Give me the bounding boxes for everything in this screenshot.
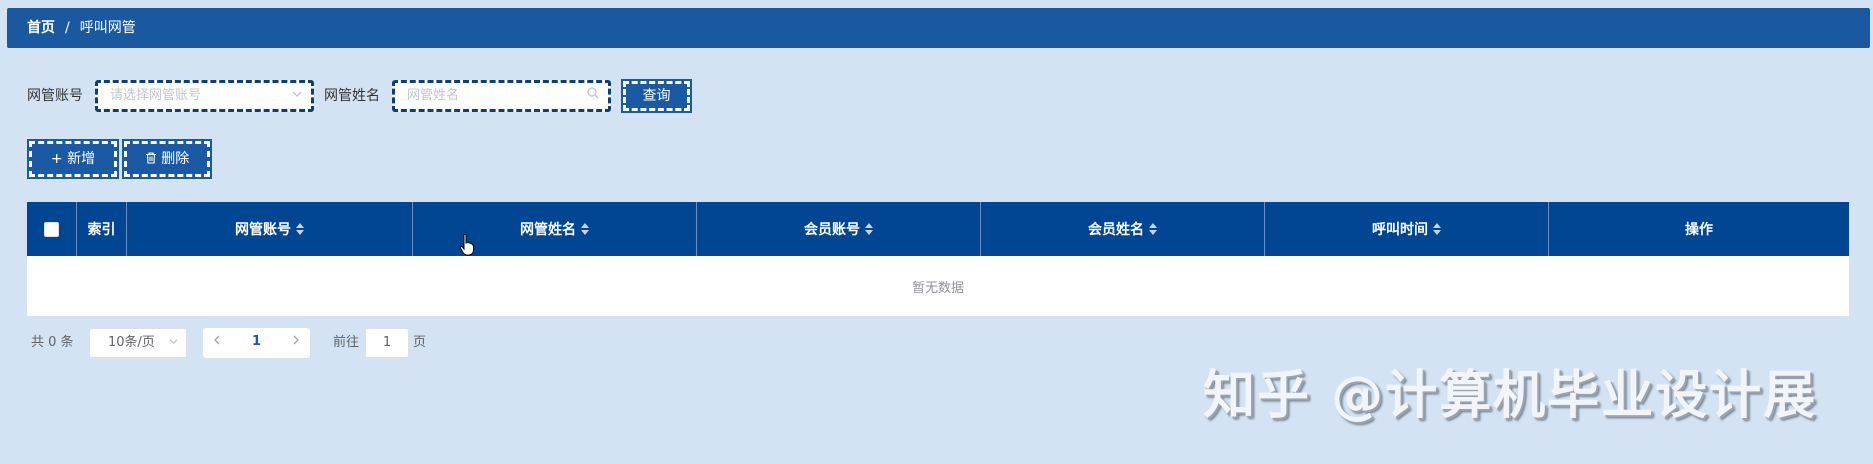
sort-icon[interactable] — [1433, 222, 1441, 236]
account-placeholder: 请选择网管账号 — [110, 88, 202, 103]
column-member-name-label: 会员姓名 — [1088, 222, 1144, 238]
total-count: 共 0 条 — [31, 335, 74, 350]
watermark: 知乎 @计算机毕业设计展 — [1203, 366, 1818, 426]
breadcrumb: 首页 / 呼叫网管 — [7, 8, 1870, 48]
page-size-select[interactable]: 10条/页 — [89, 328, 187, 358]
name-label: 网管姓名 — [324, 88, 380, 104]
breadcrumb-separator: / — [65, 20, 70, 36]
delete-label: 删除 — [161, 151, 190, 167]
chevron-down-icon — [169, 329, 178, 357]
column-member-account[interactable]: 会员账号 — [697, 202, 981, 256]
column-member-name[interactable]: 会员姓名 — [981, 202, 1265, 256]
column-admin-account-label: 网管账号 — [235, 222, 291, 238]
column-index: 索引 — [77, 202, 127, 256]
mouse-cursor-icon — [459, 233, 475, 260]
select-all-checkbox[interactable] — [44, 221, 59, 237]
plus-icon: + — [50, 151, 63, 167]
delete-button[interactable]: 删除 — [122, 139, 212, 179]
account-select[interactable]: 请选择网管账号 — [95, 80, 314, 112]
page-suffix: 页 — [413, 335, 427, 350]
column-call-time-label: 呼叫时间 — [1372, 222, 1428, 238]
add-button[interactable]: + 新增 — [27, 139, 119, 179]
breadcrumb-home[interactable]: 首页 — [27, 8, 55, 48]
add-label: 新增 — [67, 151, 96, 167]
chevron-down-icon — [292, 83, 302, 109]
name-input[interactable]: 网管姓名 — [392, 80, 611, 112]
sort-icon[interactable] — [581, 222, 589, 236]
name-placeholder: 网管姓名 — [407, 88, 460, 103]
goto-label: 前往 — [333, 335, 360, 350]
search-icon — [587, 83, 599, 109]
sort-icon[interactable] — [865, 222, 873, 236]
account-label: 网管账号 — [27, 88, 83, 104]
goto-page-input[interactable]: 1 — [365, 328, 409, 358]
column-admin-account[interactable]: 网管账号 — [127, 202, 413, 256]
page-navigator: 1 — [203, 328, 310, 358]
sort-icon[interactable] — [1149, 222, 1157, 236]
column-actions-label: 操作 — [1685, 222, 1713, 238]
data-table: 索引 网管账号 网管姓名 会员账号 会员姓名 呼叫时间 操作 暂无数据 — [27, 202, 1849, 316]
empty-text: 暂无数据 — [911, 280, 964, 296]
query-button[interactable]: 查询 — [621, 79, 692, 113]
sort-icon[interactable] — [296, 222, 304, 236]
table-header: 索引 网管账号 网管姓名 会员账号 会员姓名 呼叫时间 操作 — [27, 202, 1849, 256]
current-page[interactable]: 1 — [252, 328, 261, 356]
trash-icon — [145, 145, 157, 175]
page-size-value: 10条/页 — [108, 335, 155, 350]
breadcrumb-current: 呼叫网管 — [79, 20, 136, 36]
table-body: 暂无数据 — [27, 256, 1849, 316]
prev-page-icon[interactable] — [213, 328, 222, 356]
column-call-time[interactable]: 呼叫时间 — [1265, 202, 1549, 256]
next-page-icon[interactable] — [291, 328, 300, 356]
column-member-account-label: 会员账号 — [804, 222, 860, 238]
column-actions: 操作 — [1549, 202, 1849, 256]
column-admin-name-label: 网管姓名 — [520, 222, 576, 238]
column-admin-name[interactable]: 网管姓名 — [413, 202, 697, 256]
select-all-cell — [27, 202, 77, 256]
column-index-label: 索引 — [87, 222, 116, 238]
